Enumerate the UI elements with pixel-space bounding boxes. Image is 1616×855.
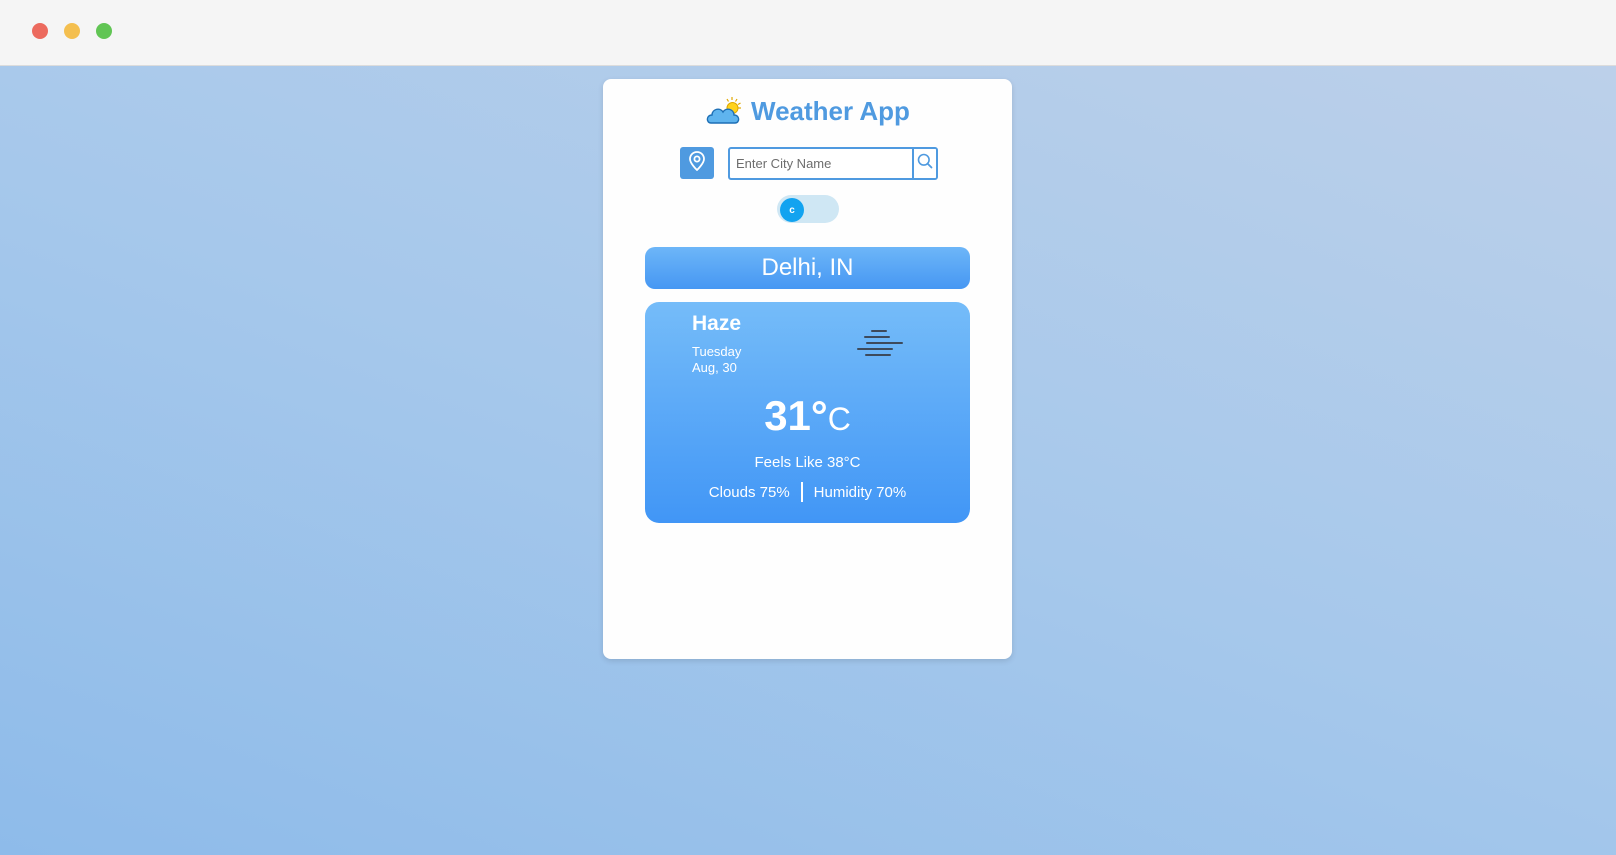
city-search-box [728, 147, 938, 180]
current-location-button[interactable] [680, 147, 714, 179]
unit-toggle-knob[interactable]: c [780, 198, 804, 222]
app-header: Weather App [603, 91, 1012, 131]
weather-date: Aug, 30 [692, 360, 737, 375]
city-name: Delhi, IN [645, 247, 970, 289]
window-titlebar [0, 0, 1616, 66]
current-weather-card: Haze Tuesday Aug, 30 31°C Feels Like 38°… [645, 302, 970, 523]
temperature-unit: C [827, 401, 851, 437]
stats-divider [800, 482, 803, 502]
haze-icon [856, 328, 904, 365]
temperature-value: 31° [764, 392, 828, 439]
weather-condition: Haze [692, 312, 742, 335]
weather-stats: Clouds 75% Humidity 70% [645, 482, 970, 502]
search-button[interactable] [912, 149, 936, 178]
weather-day: Tuesday [692, 344, 742, 359]
search-icon [917, 153, 933, 174]
unit-toggle[interactable]: c [777, 195, 839, 223]
app-title: Weather App [751, 95, 910, 126]
temperature-display: 31°C [645, 392, 970, 440]
clouds-stat: Clouds 75% [708, 483, 790, 501]
cloud-sun-icon [705, 95, 745, 127]
humidity-stat: Humidity 70% [813, 483, 907, 501]
maximize-window-button[interactable] [96, 23, 112, 39]
location-pin-icon [689, 150, 705, 176]
city-search-input[interactable] [730, 149, 912, 178]
close-window-button[interactable] [32, 23, 48, 39]
feels-like: Feels Like 38°C [754, 454, 861, 471]
page-background: Weather App c [0, 66, 1616, 855]
minimize-window-button[interactable] [64, 23, 80, 39]
weather-app-card: Weather App c [603, 79, 1012, 659]
